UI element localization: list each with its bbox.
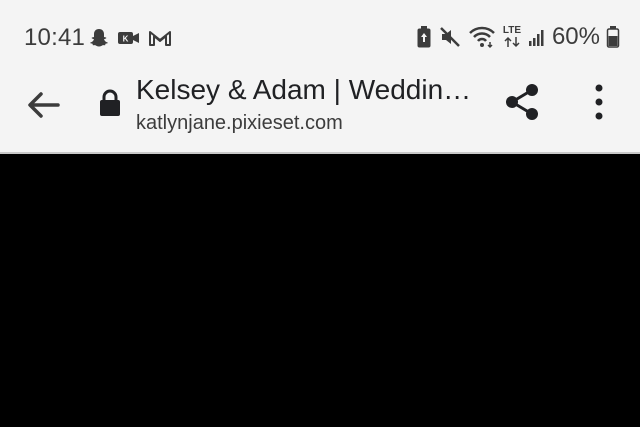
lock-icon[interactable]	[98, 88, 122, 118]
battery-icon	[606, 26, 620, 48]
svg-text:K: K	[123, 35, 129, 44]
battery-percent: 60%	[551, 23, 600, 50]
status-time: 10:41	[24, 24, 86, 51]
mute-icon	[440, 27, 460, 47]
page-title[interactable]: Kelsey & Adam | Weddin…	[136, 74, 481, 106]
lte-arrows-icon	[504, 36, 520, 48]
browser-toolbar: Kelsey & Adam | Weddin… katlynjane.pixie…	[0, 72, 640, 154]
share-icon[interactable]	[502, 82, 542, 122]
snapchat-icon	[90, 29, 108, 47]
gmail-icon	[149, 31, 171, 46]
lte-label: LTE	[502, 25, 522, 36]
page-content[interactable]	[0, 154, 640, 427]
system-icons: LTE 60%	[416, 22, 620, 52]
notification-icons: K	[88, 26, 172, 50]
wifi-icon	[469, 26, 495, 49]
lte-icon: LTE	[502, 26, 522, 48]
back-arrow-icon[interactable]	[22, 84, 64, 126]
video-call-icon: K	[118, 32, 139, 44]
more-options-icon[interactable]	[584, 82, 614, 122]
url-text[interactable]: katlynjane.pixieset.com	[136, 112, 343, 135]
battery-saver-icon	[417, 26, 431, 48]
signal-icon	[528, 30, 544, 46]
status-bar: 10:41 K LTE 60%	[0, 0, 640, 72]
